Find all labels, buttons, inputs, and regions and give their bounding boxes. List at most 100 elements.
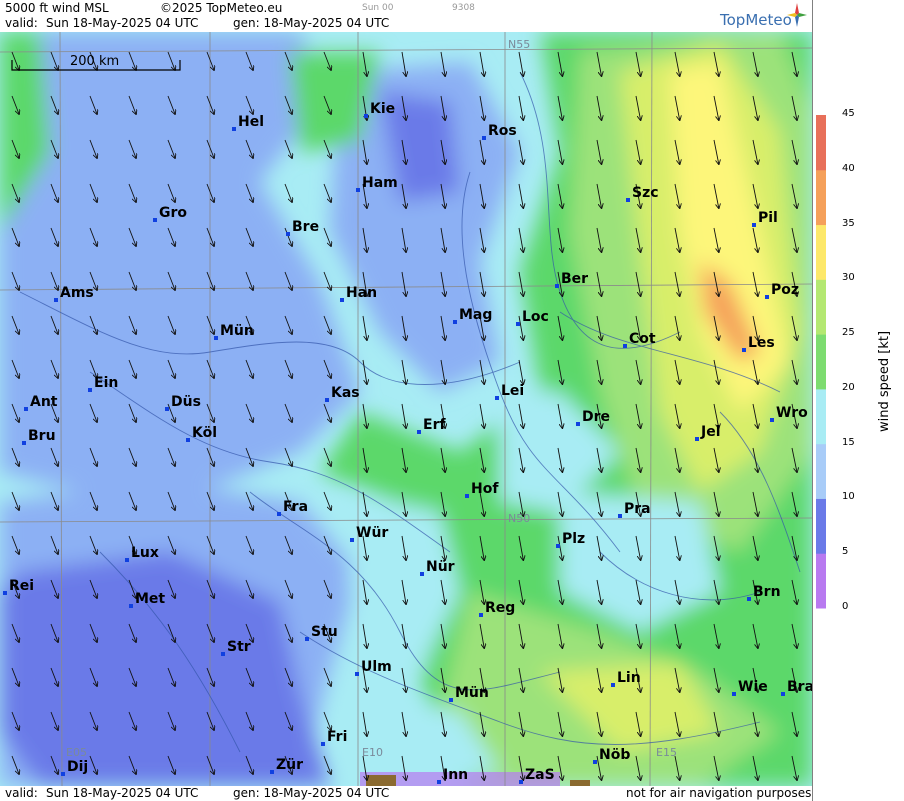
footer-bar: valid: Sun 18-May-2025 04 UTC gen: 18-Ma…: [0, 786, 812, 801]
city-dot: [356, 188, 360, 192]
city-dot: [350, 538, 354, 542]
grid-label-e10: E10: [362, 746, 383, 759]
city-label: ZaS: [525, 767, 555, 783]
city-dot: [556, 544, 560, 548]
city-dot: [153, 218, 157, 222]
city-dot: [165, 407, 169, 411]
city-label: Ulm: [361, 659, 392, 675]
city-dot: [593, 760, 597, 764]
city-marker: Mün: [214, 323, 254, 340]
city-label: Ham: [362, 175, 398, 191]
legend-tick: 35: [842, 217, 855, 229]
city-marker: Bru: [22, 428, 56, 445]
legend-band: [816, 553, 826, 609]
city-dot: [420, 572, 424, 576]
city-label: Kie: [370, 101, 395, 117]
valid-label: valid:: [5, 16, 38, 30]
compass-logo-icon: [787, 3, 807, 27]
city-dot: [695, 437, 699, 441]
city-marker: Wür: [350, 525, 388, 542]
legend-tick: 5: [842, 546, 849, 558]
city-dot: [54, 298, 58, 302]
city-dot: [516, 322, 520, 326]
city-label: Fra: [283, 499, 308, 515]
legend-tick: 45: [842, 108, 855, 119]
city-label: Ant: [30, 394, 58, 410]
city-marker: Nür: [420, 559, 455, 576]
city-dot: [437, 780, 441, 784]
legend-tick: 10: [842, 491, 855, 503]
city-label: Lux: [131, 545, 159, 561]
city-marker: Ams: [54, 285, 94, 302]
brand-logo-text: TopMeteo: [720, 11, 792, 29]
city-label: Bra: [787, 679, 812, 695]
city-marker: Poz: [765, 282, 799, 299]
city-label: Fri: [327, 729, 347, 745]
city-marker: Ulm: [355, 659, 392, 676]
city-label: Nöb: [599, 747, 630, 763]
city-dot: [742, 348, 746, 352]
day-label: Sun 00: [362, 3, 394, 13]
city-label: Plz: [562, 531, 585, 547]
city-marker: Lux: [125, 545, 159, 562]
city-dot: [618, 514, 622, 518]
city-dot: [479, 613, 483, 617]
city-label: Düs: [171, 394, 201, 410]
city-label: Str: [227, 639, 251, 655]
gen-time: gen: 18-May-2025 04 UTC: [233, 16, 390, 30]
footer-gen-time: gen: 18-May-2025 04 UTC: [233, 786, 390, 800]
city-label: Mag: [459, 307, 492, 323]
city-marker: Han: [340, 285, 377, 302]
city-marker: Gro: [153, 205, 187, 222]
city-label: Lei: [501, 383, 524, 399]
product-title: 5000 ft wind MSL: [5, 1, 109, 15]
city-dot: [781, 692, 785, 696]
city-label: Kas: [331, 385, 360, 401]
city-label: Cot: [629, 331, 656, 347]
disclaimer: not for air navigation purposes: [626, 786, 812, 800]
city-marker: ZaS: [519, 767, 555, 784]
scale-bar-label: 200 km: [70, 54, 119, 69]
code-label: 9308: [452, 3, 475, 13]
city-dot: [752, 223, 756, 227]
city-dot: [277, 512, 281, 516]
city-label: Mün: [220, 323, 254, 339]
city-marker: Ham: [356, 175, 398, 192]
city-dot: [611, 683, 615, 687]
city-label: Met: [135, 591, 165, 607]
city-marker: Reg: [479, 600, 515, 617]
legend-band: [816, 334, 826, 390]
city-label: Hof: [471, 481, 499, 497]
city-marker: Mag: [453, 307, 492, 324]
grid-label-n50: N50: [508, 512, 530, 525]
city-dot: [576, 422, 580, 426]
legend-tick: 25: [842, 327, 855, 339]
city-dot: [555, 284, 559, 288]
city-dot: [286, 232, 290, 236]
city-dot: [214, 336, 218, 340]
city-label: Mün: [455, 685, 489, 701]
wind-map: N55 N50 E05 E10 E15 200 km Hel Kie Ros Ham S…: [0, 32, 812, 786]
city-label: Hel: [238, 114, 264, 130]
city-label: Bru: [28, 428, 56, 444]
footer-valid-time: Sun 18-May-2025 04 UTC: [46, 786, 199, 800]
city-label: Wie: [738, 679, 768, 695]
city-label: Poz: [771, 282, 799, 298]
city-dot: [129, 604, 133, 608]
city-dot: [449, 698, 453, 702]
city-label: Jel: [700, 424, 721, 440]
city-label: Ein: [94, 375, 118, 391]
city-dot: [61, 772, 65, 776]
legend-band: [816, 388, 826, 445]
city-label: Dre: [582, 409, 610, 425]
city-label: Erf: [423, 417, 446, 433]
city-dot: [732, 692, 736, 696]
city-label: Brn: [753, 584, 781, 600]
legend-band: [816, 115, 826, 171]
city-marker: Hof: [465, 481, 499, 498]
city-marker: Ant: [24, 394, 58, 411]
city-dot: [747, 597, 751, 601]
city-dot: [519, 780, 523, 784]
city-dot: [364, 114, 368, 118]
city-label: Han: [346, 285, 377, 301]
